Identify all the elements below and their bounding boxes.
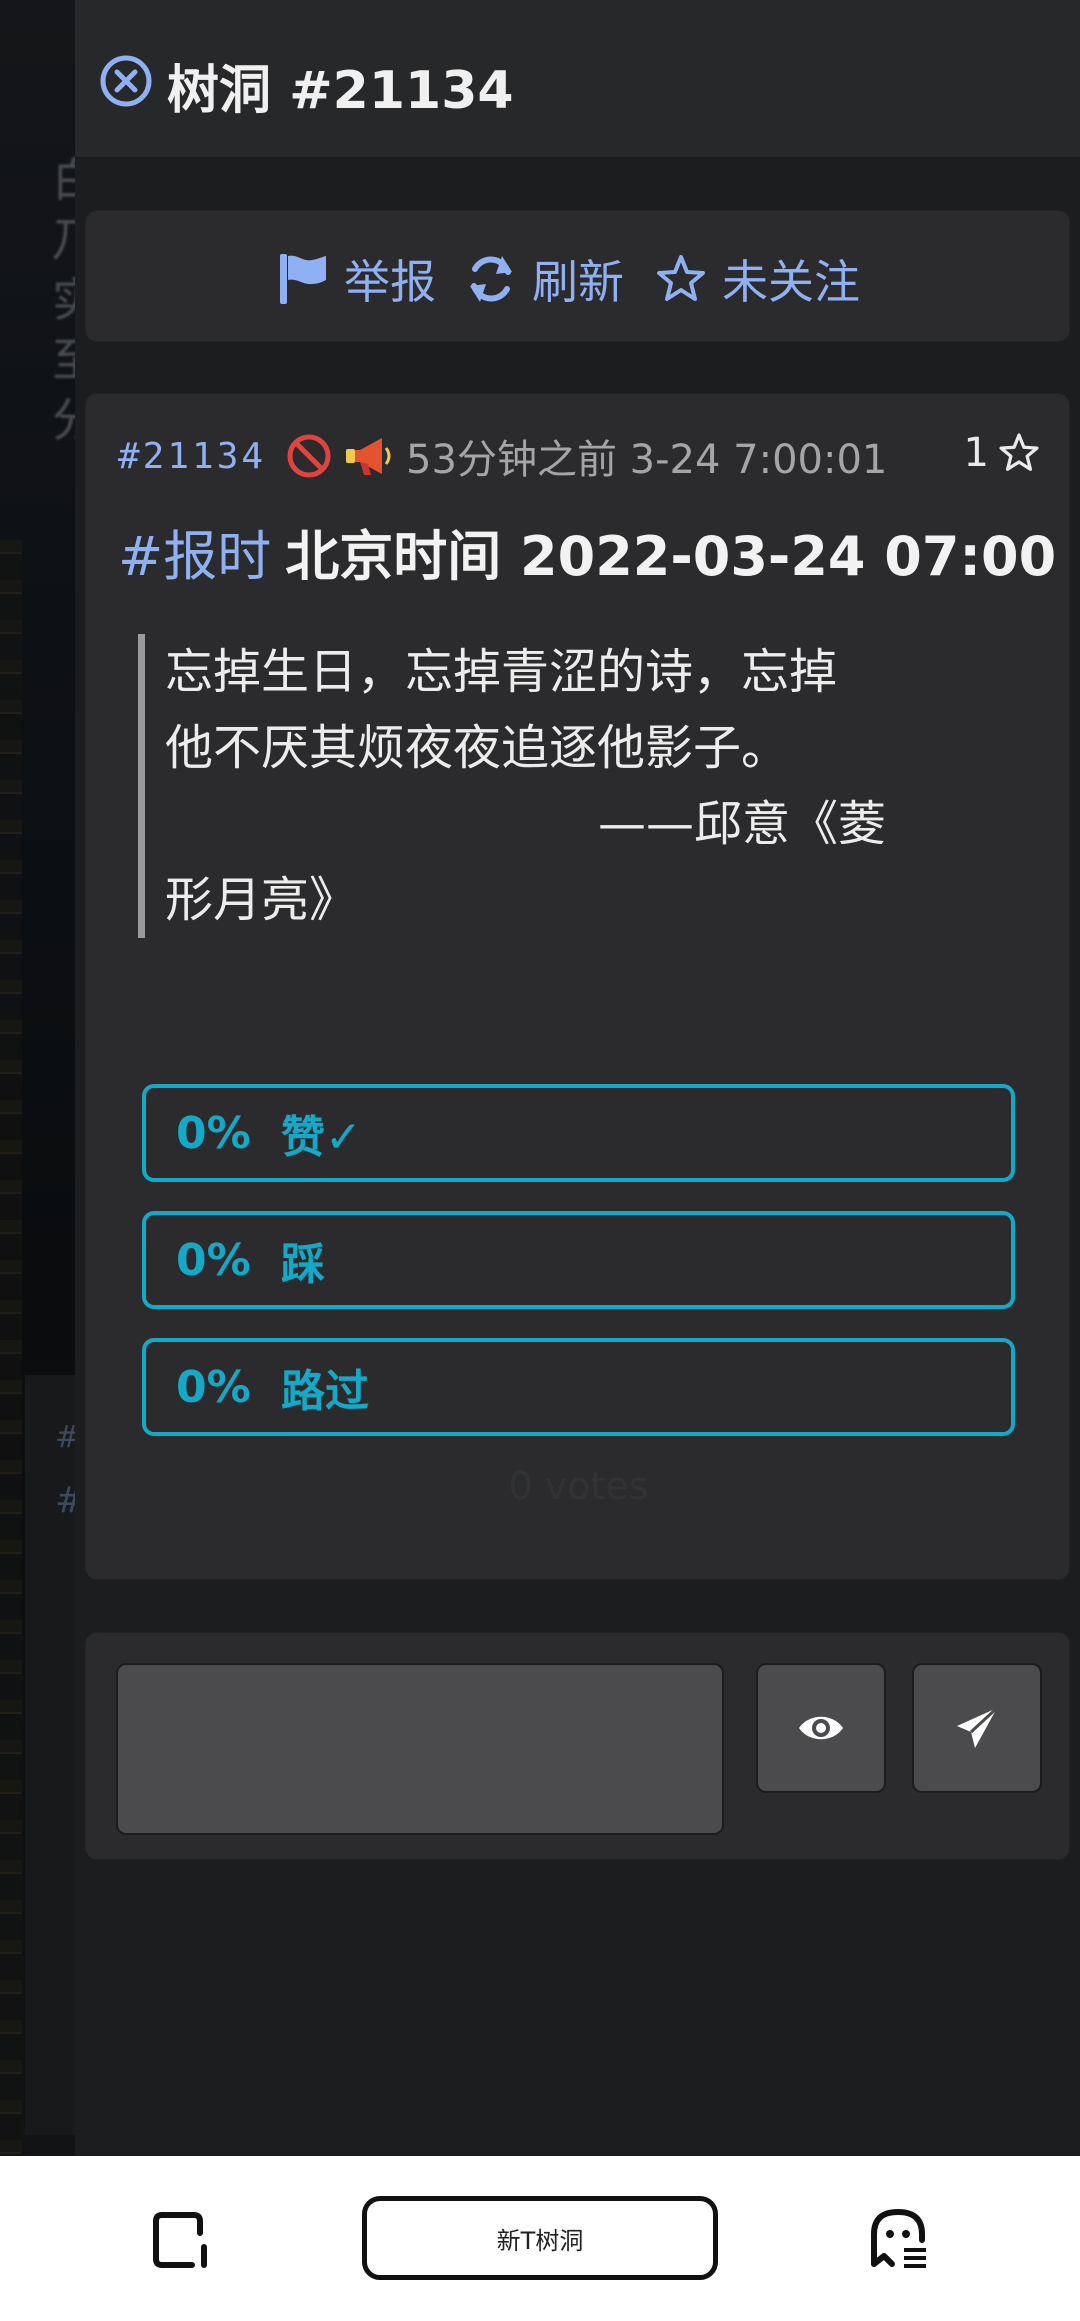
poll-percent: 0% — [176, 1234, 251, 1286]
poll-percent: 0% — [176, 1107, 251, 1159]
post-id: #21134 — [118, 435, 267, 477]
close-circle-icon[interactable] — [99, 54, 153, 108]
poll-vote-count: 0 votes — [508, 1464, 649, 1508]
post-headline-row: #报时 北京时间 2022-03-24 07:00 — [118, 512, 1056, 591]
ghost-face-icon[interactable] — [868, 2206, 930, 2268]
megaphone-icon — [346, 438, 391, 475]
quote-attribution-tail: 形月亮》 — [165, 872, 358, 928]
like-count-value: 1 — [963, 430, 989, 476]
refresh-label: 刷新 — [532, 255, 624, 309]
paper-plane-icon — [957, 1706, 999, 1748]
quote-line: 他不厌其烦夜夜追逐他影子。 — [165, 720, 790, 776]
reply-box — [85, 1632, 1070, 1860]
preview-button[interactable] — [756, 1663, 886, 1793]
panel-header: 树洞 #21134 — [75, 0, 1080, 158]
refresh-button[interactable]: 刷新 — [464, 249, 624, 309]
poll-label: 踩 — [281, 1239, 325, 1290]
post-meta: #21134 53分钟之前 3-24 7:00:01 — [118, 426, 1038, 486]
post-headline: 北京时间 2022-03-24 07:00 — [285, 525, 1057, 588]
quote-attribution: ——邱意《菱 — [597, 796, 886, 852]
star-outline-icon — [657, 255, 705, 301]
background-image-strip — [0, 540, 22, 2190]
bottom-bar: 新T树洞 — [0, 2156, 1080, 2321]
refresh-icon — [470, 256, 512, 302]
send-button[interactable] — [912, 1663, 1042, 1793]
quote-line: 忘掉生日，忘掉青涩的诗，忘掉 — [165, 644, 838, 700]
action-bar: 举报 刷新 未关注 — [85, 210, 1070, 342]
flag-icon — [280, 254, 326, 304]
poll-option-upvote[interactable]: 0% 赞✓ — [142, 1084, 1015, 1182]
poll-label: 赞✓ — [281, 1112, 362, 1163]
post-detail-panel: 树洞 #21134 举报 刷新 未关注 #21134 53分钟之前 3-24 7… — [75, 0, 1080, 2156]
star-outline-icon — [999, 433, 1039, 471]
follow-label: 未关注 — [722, 255, 860, 309]
like-count[interactable]: 1 — [964, 430, 1041, 476]
new-post-button[interactable]: 新T树洞 — [362, 2196, 718, 2280]
post-card: #21134 53分钟之前 3-24 7:00:01 1 #报时 北京时间 20… — [85, 393, 1070, 1580]
tablet-icon[interactable] — [152, 2211, 212, 2269]
report-button[interactable]: 举报 — [276, 249, 436, 309]
post-quote: 忘掉生日，忘掉青涩的诗，忘掉 他不厌其烦夜夜追逐他影子。 ——邱意《菱 形月亮》 — [138, 634, 898, 938]
poll-percent: 0% — [176, 1361, 251, 1413]
follow-button[interactable]: 未关注 — [654, 249, 860, 309]
post-tag[interactable]: #报时 — [118, 525, 271, 588]
post-time: 53分钟之前 3-24 7:00:01 — [406, 437, 888, 483]
poll-option-pass[interactable]: 0% 路过 — [142, 1338, 1015, 1436]
prohibited-icon — [287, 434, 331, 478]
panel-title: 树洞 #21134 — [167, 61, 514, 121]
poll-option-downvote[interactable]: 0% 踩 — [142, 1211, 1015, 1309]
eye-icon — [799, 1716, 843, 1740]
screen: 白 乃 实 至 分 # # 树洞 #21134 — [0, 0, 1080, 2321]
poll-label: 路过 — [281, 1366, 369, 1417]
report-label: 举报 — [344, 255, 436, 309]
reply-input[interactable] — [116, 1663, 724, 1835]
